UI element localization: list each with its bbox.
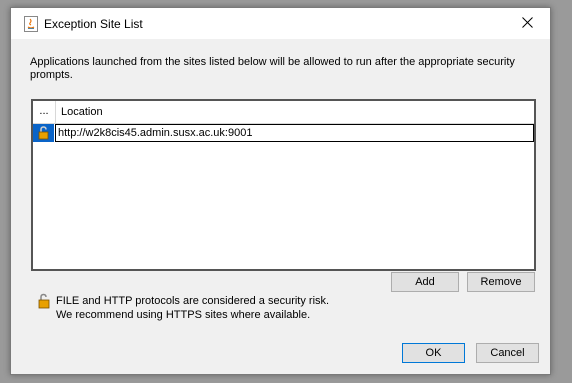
unlocked-padlock-icon: [33, 124, 54, 142]
remove-button[interactable]: Remove: [467, 272, 535, 292]
security-warning: FILE and HTTP protocols are considered a…: [56, 294, 329, 322]
exception-site-list-dialog: Exception Site List Applications launche…: [10, 7, 551, 375]
close-icon: [521, 16, 533, 31]
warning-line-1: FILE and HTTP protocols are considered a…: [56, 295, 330, 307]
table-header: ... Location: [33, 101, 534, 124]
warning-line-2: We recommend using HTTPS sites where ava…: [56, 309, 311, 321]
java-icon: [24, 16, 38, 32]
unlocked-padlock-icon: [38, 293, 51, 309]
window-title: Exception Site List: [44, 17, 143, 31]
site-list-table[interactable]: ... Location http://w2k8cis45.admin.susx…: [31, 99, 536, 271]
close-button[interactable]: [504, 8, 550, 39]
title-bar: Exception Site List: [11, 8, 550, 39]
description-text: Applications launched from the sites lis…: [30, 56, 515, 81]
column-header-icon[interactable]: ...: [33, 101, 56, 123]
table-row[interactable]: http://w2k8cis45.admin.susx.ac.uk:9001: [33, 124, 534, 143]
column-header-location[interactable]: Location: [61, 101, 103, 123]
add-button[interactable]: Add: [391, 272, 459, 292]
ok-button[interactable]: OK: [402, 343, 465, 363]
cancel-button[interactable]: Cancel: [476, 343, 539, 363]
location-input[interactable]: http://w2k8cis45.admin.susx.ac.uk:9001: [55, 124, 534, 142]
